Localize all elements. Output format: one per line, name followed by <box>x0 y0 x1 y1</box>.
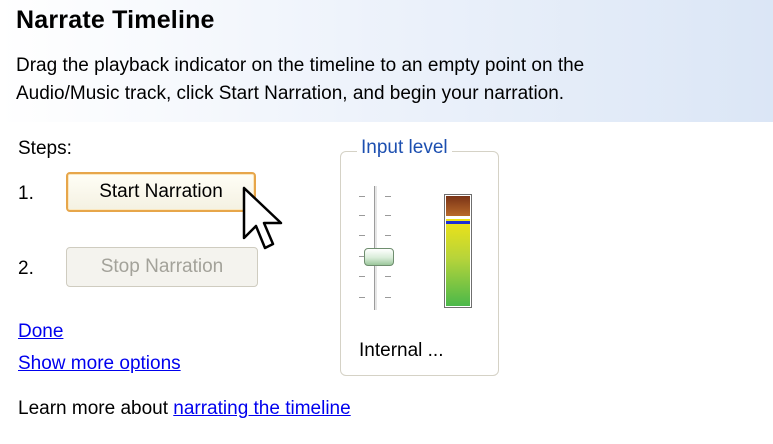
stop-narration-button[interactable]: Stop Narration <box>66 247 258 287</box>
mouse-pointer-icon <box>242 186 283 250</box>
page-title: Narrate Timeline <box>16 6 215 34</box>
slider-tick <box>359 215 365 216</box>
slider-tick <box>385 235 391 236</box>
start-narration-button[interactable]: Start Narration <box>66 172 256 212</box>
slider-tick <box>359 196 365 197</box>
show-more-options-link[interactable]: Show more options <box>18 353 181 375</box>
slider-tick <box>385 196 391 197</box>
learn-more-prefix: Learn more about <box>18 398 174 419</box>
meter-peak <box>446 196 470 216</box>
slider-tick <box>385 297 391 298</box>
slider-tick <box>385 215 391 216</box>
slider-tick <box>385 276 391 277</box>
meter-fill <box>446 219 470 306</box>
instructions-text: Drag the playback indicator on the timel… <box>16 52 761 108</box>
narrating-timeline-link[interactable]: narrating the timeline <box>173 398 350 419</box>
step-2-number: 2. <box>18 258 34 279</box>
done-link[interactable]: Done <box>18 321 63 343</box>
instructions-line-1: Drag the playback indicator on the timel… <box>16 55 585 76</box>
slider-tick <box>359 235 365 236</box>
slider-tick <box>359 297 365 298</box>
input-device-label: Internal ... <box>359 340 444 361</box>
learn-more-text: Learn more about narrating the timeline <box>18 398 351 420</box>
slider-tick <box>359 276 365 277</box>
header-panel: Narrate Timeline Drag the playback indic… <box>0 0 773 122</box>
step-1-number: 1. <box>18 183 34 204</box>
meter-level-line <box>446 221 470 224</box>
instructions-line-2: Audio/Music track, click Start Narration… <box>16 83 565 104</box>
slider-thumb[interactable] <box>364 248 394 266</box>
input-level-meter <box>444 194 472 308</box>
input-level-legend: Input level <box>357 137 452 159</box>
steps-label: Steps: <box>18 138 72 159</box>
